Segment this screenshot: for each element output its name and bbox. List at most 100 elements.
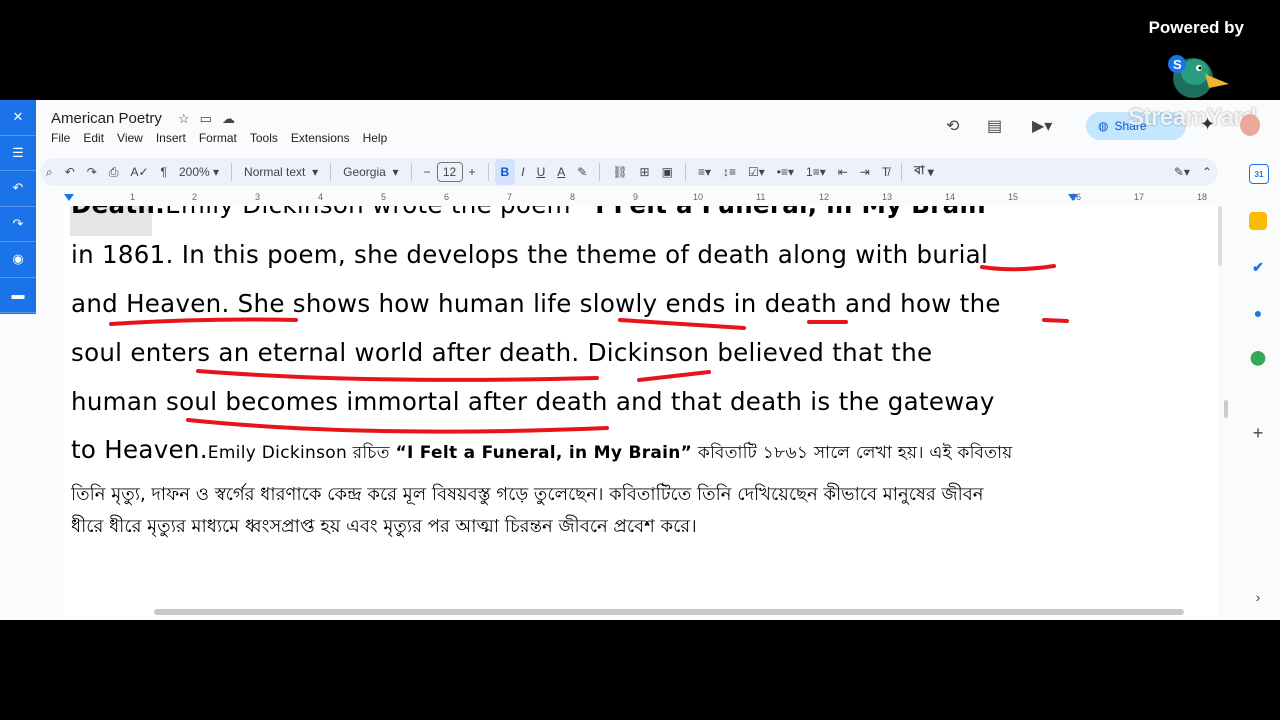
move-folder-icon[interactable]: ▭ — [200, 111, 212, 127]
numbered-list-icon[interactable]: 1≡▾ — [800, 159, 832, 185]
ruler[interactable]: 1 2 3 4 5 6 7 8 9 10 11 12 13 14 15 16 1… — [36, 190, 1218, 206]
menu-insert[interactable]: Insert — [156, 131, 186, 145]
text-line-2: and Heaven. She shows how human life slo… — [71, 289, 1001, 318]
print-icon[interactable]: ⎙ — [103, 159, 125, 185]
underline-button[interactable]: U — [531, 159, 552, 185]
streamyard-side-toolbar: ✕ ☰ ↶ ↷ ◉ ▬ — [0, 100, 36, 314]
close-icon[interactable]: ✕ — [0, 100, 36, 136]
underline-dickinson — [637, 370, 711, 382]
ruler-tick: 18 — [1197, 192, 1208, 202]
spellcheck-icon[interactable]: A✓ — [124, 159, 154, 185]
heading-death: Death: — [71, 206, 165, 219]
contacts-icon[interactable]: ● — [1249, 304, 1267, 322]
input-language-label: বা — [914, 163, 925, 177]
menu-file[interactable]: File — [51, 131, 70, 145]
keep-icon[interactable] — [1249, 212, 1267, 230]
expand-panel-icon[interactable]: › — [1249, 588, 1267, 606]
vertical-scrollbar[interactable] — [1218, 206, 1222, 266]
undo-icon[interactable]: ↶ — [59, 159, 81, 185]
increase-font-size-icon[interactable]: + — [463, 159, 482, 185]
ruler-tick: 15 — [1008, 192, 1019, 202]
menu-help[interactable]: Help — [363, 131, 388, 145]
text-line-1: in 1861. In this poem, she develops the … — [71, 240, 989, 269]
font-size-input[interactable]: 12 — [436, 162, 463, 182]
add-addon-icon[interactable]: + — [1249, 423, 1267, 443]
scroll-thumb[interactable] — [1224, 400, 1228, 418]
menu-extensions[interactable]: Extensions — [291, 131, 350, 145]
text-color-button[interactable]: A — [551, 159, 571, 185]
font-value: Georgia — [343, 165, 386, 179]
divider — [487, 163, 489, 181]
menu-format[interactable]: Format — [199, 131, 237, 145]
checklist-icon[interactable]: ☑▾ — [742, 159, 771, 185]
insert-image-icon[interactable]: ▣ — [656, 159, 679, 185]
divider — [231, 163, 233, 181]
input-language-button[interactable]: বা ▾ — [908, 159, 940, 185]
star-icon[interactable]: ☆ — [178, 111, 190, 127]
undo-arrow-icon[interactable]: ↶ — [0, 171, 36, 207]
font-select[interactable]: Georgia ▾ — [337, 159, 404, 185]
bold-button[interactable]: B — [494, 159, 516, 185]
zoom-select[interactable]: 200% ▾ — [173, 159, 225, 185]
decrease-font-size-icon[interactable]: − — [418, 159, 437, 185]
line-spacing-icon[interactable]: ↕≡ — [717, 159, 742, 185]
underline-the — [1042, 318, 1069, 323]
line5-bengali-start: Emily Dickinson রচিত — [207, 443, 396, 463]
divider — [599, 163, 601, 181]
avatar[interactable] — [1240, 114, 1260, 136]
bulleted-list-icon[interactable]: •≡▾ — [771, 159, 800, 185]
version-history-icon[interactable]: ⟲ — [946, 116, 959, 136]
divider — [330, 163, 332, 181]
document-title[interactable]: American Poetry — [51, 110, 162, 127]
tasks-icon[interactable]: ✔ — [1249, 258, 1267, 276]
stream-top-bar — [0, 0, 1280, 100]
ruler-tick: 5 — [381, 192, 387, 202]
calendar-icon[interactable]: 31 — [1249, 164, 1269, 184]
svg-text:S: S — [1173, 57, 1182, 72]
highlight-pen-icon[interactable]: ✎ — [571, 159, 593, 185]
ruler-tick: 3 — [255, 192, 261, 202]
eraser-icon[interactable]: ▬ — [0, 278, 36, 313]
style-select[interactable]: Normal text ▾ — [238, 159, 324, 185]
align-icon[interactable]: ≡▾ — [692, 159, 717, 185]
decrease-indent-icon[interactable]: ⇤ — [832, 159, 854, 185]
ruler-tick: 2 — [192, 192, 198, 202]
streamyard-logo-icon: S — [1168, 55, 1229, 98]
settings-sliders-icon[interactable]: ☰ — [0, 136, 36, 171]
text-line-0: Death:Emily Dickinson wrote the poem “I … — [71, 206, 1002, 219]
increase-indent-icon[interactable]: ⇥ — [854, 159, 876, 185]
redo-icon[interactable]: ↷ — [81, 159, 103, 185]
underline-soul-enters — [196, 369, 599, 382]
horizontal-scrollbar[interactable] — [154, 609, 1184, 615]
menu-edit[interactable]: Edit — [83, 131, 104, 145]
insert-link-icon[interactable]: ⛓ — [606, 159, 633, 185]
search-menus-icon[interactable]: ⌕ — [40, 159, 59, 185]
editing-mode-icon[interactable]: ✎▾ — [1168, 159, 1196, 185]
meet-camera-icon[interactable]: ▶▾ — [1032, 116, 1052, 136]
ruler-tick: 4 — [318, 192, 324, 202]
divider — [684, 163, 686, 181]
ruler-tick: 16 — [1071, 192, 1082, 202]
menu-view[interactable]: View — [117, 131, 143, 145]
ruler-tick: 11 — [756, 192, 766, 202]
document-page[interactable]: Death:Emily Dickinson wrote the poem “I … — [64, 206, 1218, 616]
line5-poem-title: “I Felt a Funeral, in My Brain” — [395, 443, 693, 463]
redo-arrow-icon[interactable]: ↷ — [0, 207, 36, 242]
maps-pin-icon[interactable]: ⬤ — [1249, 348, 1267, 366]
line5-english: to Heaven. — [71, 435, 208, 464]
left-indent-marker[interactable] — [64, 194, 74, 201]
clear-formatting-icon[interactable]: T̸ — [876, 159, 895, 185]
paint-format-icon[interactable]: ¶ — [155, 159, 173, 185]
powered-by-label: Powered by — [1148, 18, 1244, 37]
camera-icon[interactable]: ◉ — [0, 242, 36, 278]
gemini-sparkle-icon[interactable]: ✦ — [1200, 114, 1215, 135]
underline-and-heaven-she — [109, 317, 298, 326]
google-docs-window: ✕ ☰ ↶ ↷ ◉ ▬ American Poetry ☆ ▭ ☁ File E… — [0, 100, 1280, 620]
stream-bottom-bar — [0, 620, 1280, 720]
divider — [901, 163, 903, 181]
comments-icon[interactable]: ▤ — [987, 116, 1002, 136]
collapse-menu-icon[interactable]: ⌃ — [1196, 159, 1218, 185]
add-comment-icon[interactable]: ⊞ — [634, 159, 656, 185]
menu-tools[interactable]: Tools — [250, 131, 278, 145]
italic-button[interactable]: I — [515, 159, 530, 185]
